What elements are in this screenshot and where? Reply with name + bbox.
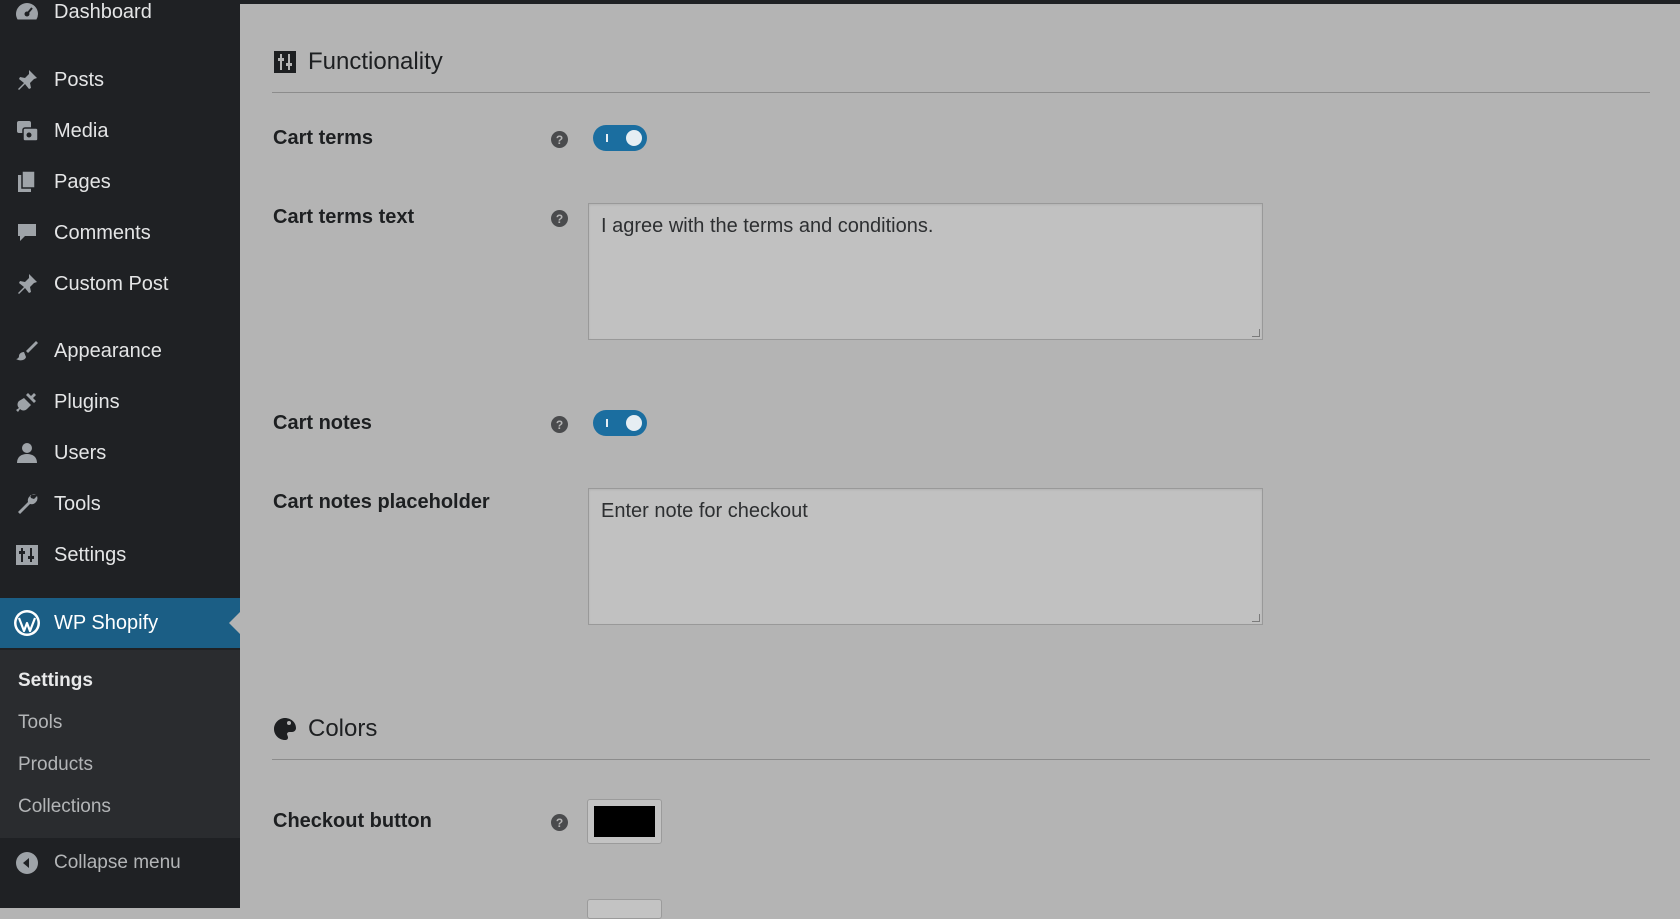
- sidebar-item-label: Comments: [54, 221, 151, 244]
- cart-notes-toggle[interactable]: [593, 410, 647, 436]
- sidebar-item-dashboard[interactable]: Dashboard: [0, 0, 240, 34]
- admin-sidebar: Dashboard Posts Media Pages Comments Cus…: [0, 0, 240, 908]
- cart-terms-label: Cart terms: [273, 127, 374, 149]
- wrench-icon: [12, 489, 42, 519]
- cart-notes-placeholder-field[interactable]: Enter note for checkout: [588, 488, 1263, 625]
- sidebar-item-label: WP Shopify: [54, 611, 159, 634]
- sidebar-item-tools[interactable]: Tools: [0, 482, 240, 526]
- sidebar-item-users[interactable]: Users: [0, 431, 240, 475]
- media-icon: [12, 116, 42, 146]
- cart-terms-text-field[interactable]: I agree with the terms and conditions.: [588, 203, 1263, 340]
- help-icon[interactable]: ?: [551, 416, 568, 433]
- sidebar-item-appearance[interactable]: Appearance: [0, 329, 240, 373]
- collapse-menu-button[interactable]: Collapse menu: [0, 840, 240, 886]
- functionality-heading: Functionality: [272, 48, 443, 76]
- sidebar-item-pages[interactable]: Pages: [0, 160, 240, 204]
- pin-icon: [12, 269, 42, 299]
- sidebar-item-custom-post[interactable]: Custom Post: [0, 262, 240, 306]
- settings-icon: [272, 49, 298, 75]
- dashboard-icon: [12, 0, 42, 27]
- sidebar-item-label: Media: [54, 119, 109, 142]
- sidebar-item-label: Settings: [54, 543, 127, 566]
- sidebar-item-label: Plugins: [54, 390, 120, 413]
- help-icon[interactable]: ?: [551, 210, 568, 227]
- section-title: Colors: [308, 715, 378, 742]
- cart-terms-text-value: I agree with the terms and conditions.: [601, 215, 934, 237]
- cart-terms-text-label: Cart terms text: [273, 206, 415, 228]
- sidebar-item-label: Custom Post: [54, 272, 169, 295]
- submenu-item-tools[interactable]: Tools: [18, 712, 62, 734]
- section-divider: [272, 759, 1650, 760]
- wordpress-icon: [12, 608, 42, 638]
- pin-icon: [12, 65, 42, 95]
- help-icon[interactable]: ?: [551, 131, 568, 148]
- collapse-menu-label: Collapse menu: [54, 852, 181, 873]
- colors-heading: Colors: [272, 715, 377, 743]
- toggle-on-mark: [606, 419, 608, 427]
- sidebar-item-media[interactable]: Media: [0, 109, 240, 153]
- plug-icon: [12, 387, 42, 417]
- sidebar-item-label: Dashboard: [54, 0, 152, 23]
- checkout-button-color-picker[interactable]: [587, 799, 662, 844]
- palette-icon: [272, 716, 298, 742]
- toggle-knob: [626, 415, 642, 431]
- sidebar-item-plugins[interactable]: Plugins: [0, 380, 240, 424]
- sidebar-item-label: Users: [54, 441, 107, 464]
- cart-notes-label: Cart notes: [273, 412, 372, 434]
- cart-notes-placeholder-value: Enter note for checkout: [601, 500, 808, 522]
- settings-icon: [12, 540, 42, 570]
- section-title: Functionality: [308, 48, 443, 75]
- cart-terms-toggle[interactable]: [593, 125, 647, 151]
- submenu-item-settings[interactable]: Settings: [18, 670, 93, 692]
- collapse-arrow-icon: [12, 848, 42, 878]
- toggle-knob: [626, 130, 642, 146]
- sidebar-item-wp-shopify[interactable]: WP Shopify: [0, 598, 240, 648]
- sidebar-item-comments[interactable]: Comments: [0, 211, 240, 255]
- toggle-on-mark: [606, 134, 608, 142]
- checkout-button-color-swatch: [594, 806, 655, 837]
- sidebar-item-settings[interactable]: Settings: [0, 533, 240, 577]
- wp-shopify-submenu: Settings Tools Products Collections: [0, 650, 240, 838]
- submenu-item-products[interactable]: Products: [18, 754, 93, 776]
- checkout-button-label: Checkout button: [273, 810, 432, 832]
- help-icon[interactable]: ?: [551, 814, 568, 831]
- active-indicator-arrow: [229, 612, 240, 634]
- brush-icon: [12, 336, 42, 366]
- sidebar-item-posts[interactable]: Posts: [0, 58, 240, 102]
- sidebar-item-label: Pages: [54, 170, 111, 193]
- color-picker[interactable]: [587, 899, 662, 919]
- submenu-item-collections[interactable]: Collections: [18, 796, 111, 818]
- sidebar-item-label: Appearance: [54, 339, 162, 362]
- section-divider: [272, 92, 1650, 93]
- cart-notes-placeholder-label: Cart notes placeholder: [273, 491, 490, 513]
- sidebar-item-label: Tools: [54, 492, 101, 515]
- settings-main: Functionality Cart terms ? Cart terms te…: [240, 4, 1680, 919]
- resize-grip[interactable]: [1252, 329, 1260, 337]
- comment-icon: [12, 218, 42, 248]
- user-icon: [12, 438, 42, 468]
- resize-grip[interactable]: [1252, 614, 1260, 622]
- sidebar-item-label: Posts: [54, 68, 105, 91]
- pages-icon: [12, 167, 42, 197]
